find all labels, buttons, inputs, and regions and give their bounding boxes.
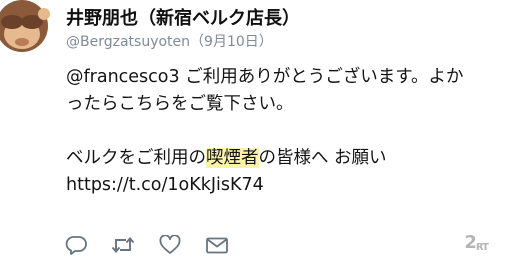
action-bar — [64, 231, 252, 259]
like-button[interactable] — [158, 233, 182, 257]
tweet-line-3-start: ベルクをご利用の — [66, 148, 206, 168]
tweet-link[interactable]: https://t.co/1oKkJisK74 — [66, 172, 496, 199]
reply-button[interactable] — [64, 233, 88, 257]
display-name[interactable]: 井野朋也（新宿ベルク店長） — [66, 8, 496, 30]
tweet-date[interactable]: （9月10日） — [190, 34, 273, 50]
watermark-number: 2 — [464, 232, 476, 253]
tweet-card: 井野朋也（新宿ベルク店長） @Bergzatsuyoten（9月10日） @fr… — [0, 0, 506, 267]
heart-icon — [159, 235, 181, 254]
watermark-label: RT — [475, 242, 489, 253]
tweet-text: @francesco3 ご利用ありがとうございます。よか ったらこちらをご覧下さ… — [66, 64, 496, 199]
handle-line: @Bergzatsuyoten（9月10日） — [66, 33, 496, 51]
tweet-line-1: @francesco3 ご利用ありがとうございます。よか — [66, 67, 464, 87]
highlighted-text: 喫煙者 — [206, 148, 259, 168]
monkey-avatar-icon — [0, 0, 58, 58]
retweet-button[interactable] — [111, 233, 135, 257]
envelope-icon — [206, 237, 228, 254]
direct-message-button[interactable] — [205, 233, 229, 257]
rt-watermark: 2RT — [464, 232, 489, 253]
user-handle[interactable]: @Bergzatsuyoten — [66, 34, 190, 50]
avatar[interactable] — [0, 0, 58, 58]
tweet-header: 井野朋也（新宿ベルク店長） @Bergzatsuyoten（9月10日） — [66, 8, 496, 51]
tweet-line-3-end: の皆様へ お願い — [258, 148, 387, 168]
tweet-line-3: ベルクをご利用の喫煙者の皆様へ お願い — [66, 145, 496, 172]
tweet-line-2: ったらこちらをご覧下さい。 — [66, 94, 294, 114]
retweet-icon — [111, 237, 135, 253]
reply-icon — [65, 236, 87, 255]
